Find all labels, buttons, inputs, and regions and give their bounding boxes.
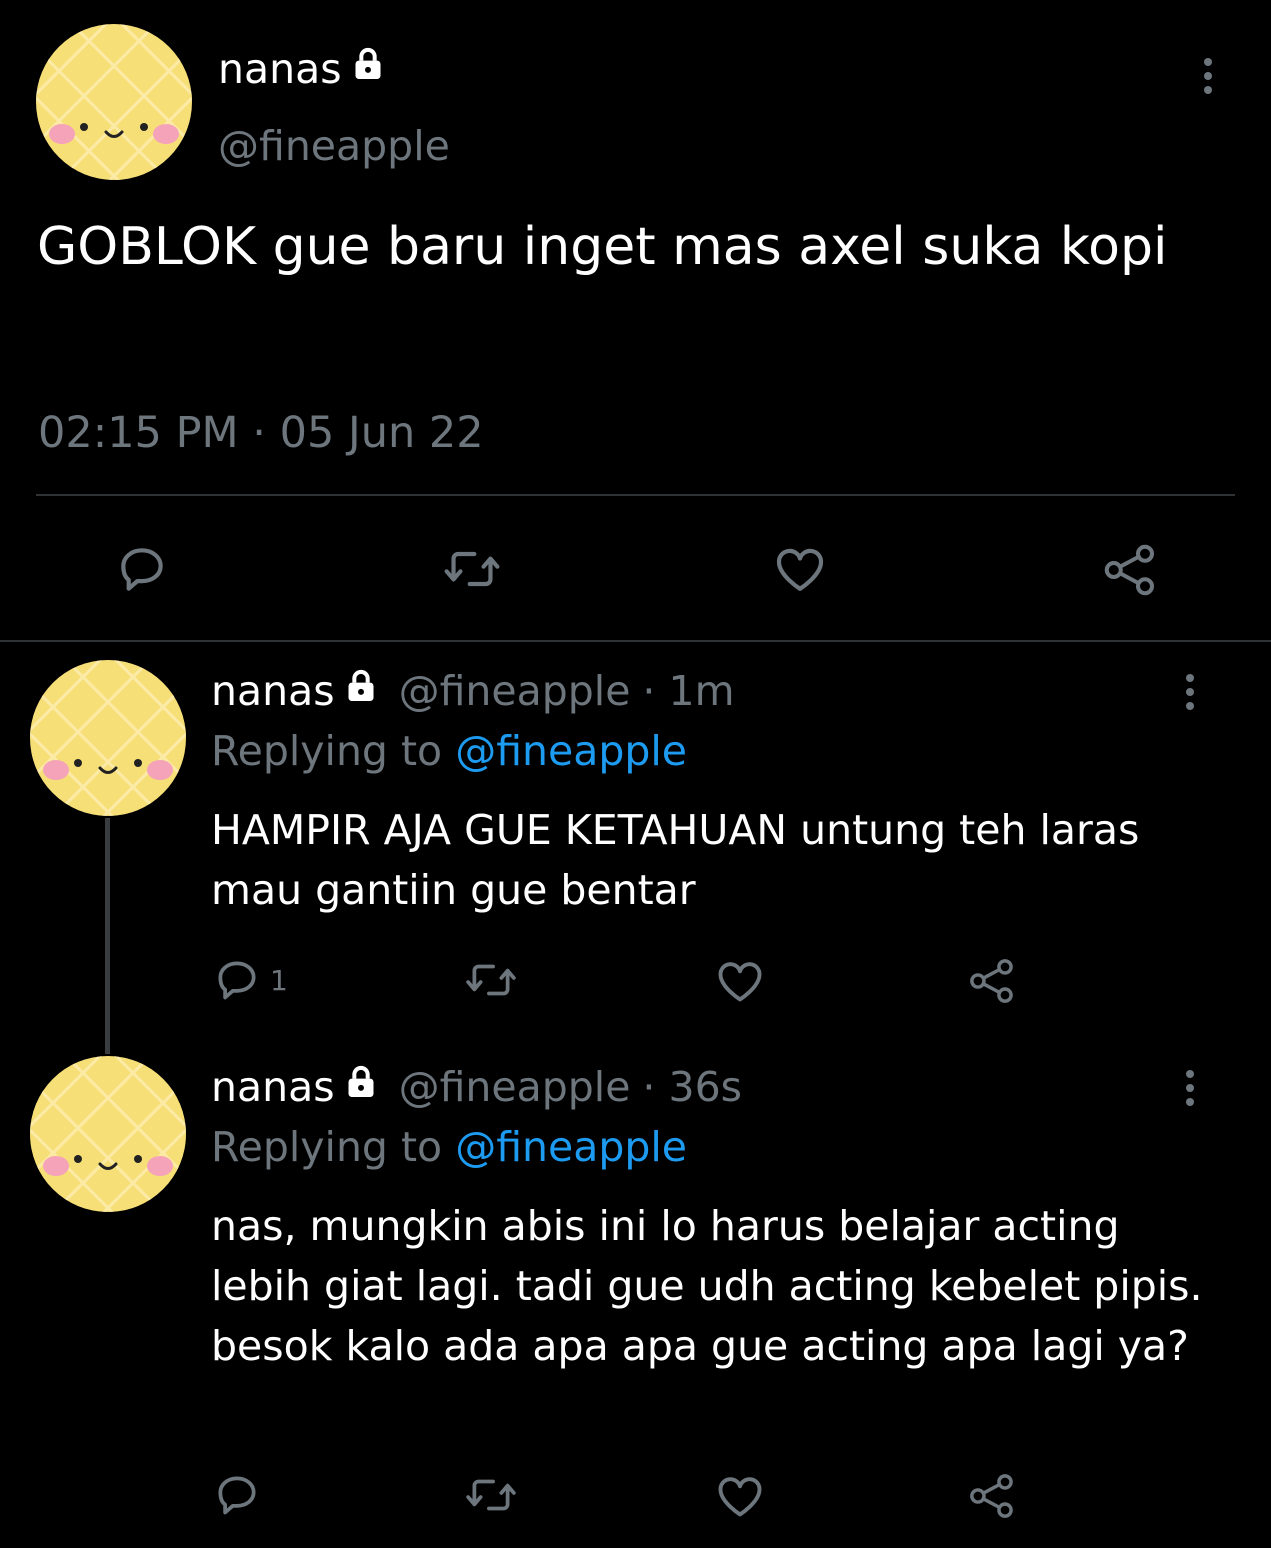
pineapple-avatar-icon — [30, 660, 186, 816]
retweet-icon — [466, 964, 516, 996]
lock-icon — [341, 666, 381, 716]
replying-to-link[interactable]: @fineapple — [455, 727, 687, 775]
like-button[interactable] — [770, 541, 830, 597]
username[interactable]: @fineapple — [399, 667, 631, 715]
replying-to-prefix: Replying to — [211, 1123, 443, 1171]
pineapple-avatar-icon — [30, 1056, 186, 1212]
share-icon — [1104, 544, 1154, 596]
like-button[interactable] — [714, 955, 766, 1007]
reply-text: HAMPIR AJA GUE KETAHUAN untung teh laras… — [211, 806, 1140, 914]
tweet-thread: nanas @fineapple GOBLOK gue baru inget m… — [0, 0, 1271, 1548]
replying-to: Replying to @fineapple — [211, 1123, 687, 1171]
tweet-text: GOBLOK gue baru inget mas axel suka kopi — [37, 217, 1168, 277]
replying-to-link[interactable]: @fineapple — [455, 1123, 687, 1171]
thread-connector — [105, 818, 110, 1054]
share-button[interactable] — [1100, 540, 1160, 600]
username[interactable]: @fineapple — [218, 122, 450, 170]
share-icon — [970, 1474, 1013, 1518]
reply-icon — [218, 1476, 256, 1515]
like-icon — [718, 1477, 762, 1517]
reply-header: nanas @fineapple · 36s — [211, 1062, 742, 1112]
username[interactable]: @fineapple — [399, 1063, 631, 1111]
reply-icon — [121, 548, 163, 591]
reply-icon — [218, 961, 256, 1000]
reply-button[interactable] — [212, 1470, 270, 1520]
like-button[interactable] — [714, 1470, 766, 1522]
like-icon — [718, 962, 762, 1002]
tweet-timestamp[interactable]: 02:15 PM · 05 Jun 22 — [38, 408, 484, 458]
share-icon — [970, 959, 1013, 1003]
display-name[interactable]: nanas — [218, 44, 388, 94]
display-name-text: nanas — [218, 45, 342, 93]
reply-button[interactable]: 1 — [212, 955, 288, 1005]
retweet-button[interactable] — [464, 955, 518, 1005]
like-icon — [776, 548, 824, 591]
avatar[interactable] — [30, 660, 186, 816]
avatar[interactable] — [30, 1056, 186, 1212]
pineapple-avatar-icon — [36, 24, 192, 180]
more-options-icon[interactable] — [1178, 1068, 1202, 1112]
more-options-icon[interactable] — [1196, 56, 1220, 100]
divider — [0, 640, 1271, 642]
share-button[interactable] — [966, 1470, 1018, 1522]
retweet-icon — [466, 1479, 516, 1511]
retweet-button[interactable] — [464, 1470, 518, 1520]
lock-icon — [341, 1062, 381, 1112]
relative-time[interactable]: · 1m — [642, 667, 734, 715]
reply-header: nanas @fineapple · 1m — [211, 666, 735, 716]
replying-to: Replying to @fineapple — [211, 727, 687, 775]
lock-icon — [348, 44, 388, 94]
display-name[interactable]: nanas — [211, 1063, 335, 1111]
relative-time[interactable]: · 36s — [642, 1063, 742, 1111]
retweet-icon — [444, 551, 500, 587]
replying-to-prefix: Replying to — [211, 727, 443, 775]
reply-count: 1 — [270, 963, 288, 997]
share-button[interactable] — [966, 955, 1018, 1007]
reply-button[interactable] — [114, 541, 170, 597]
reply-text: nas, mungkin abis ini lo harus belajar a… — [211, 1202, 1203, 1370]
display-name[interactable]: nanas — [211, 667, 335, 715]
more-options-icon[interactable] — [1178, 672, 1202, 716]
avatar[interactable] — [36, 24, 192, 180]
divider — [36, 494, 1235, 496]
retweet-button[interactable] — [442, 541, 502, 597]
